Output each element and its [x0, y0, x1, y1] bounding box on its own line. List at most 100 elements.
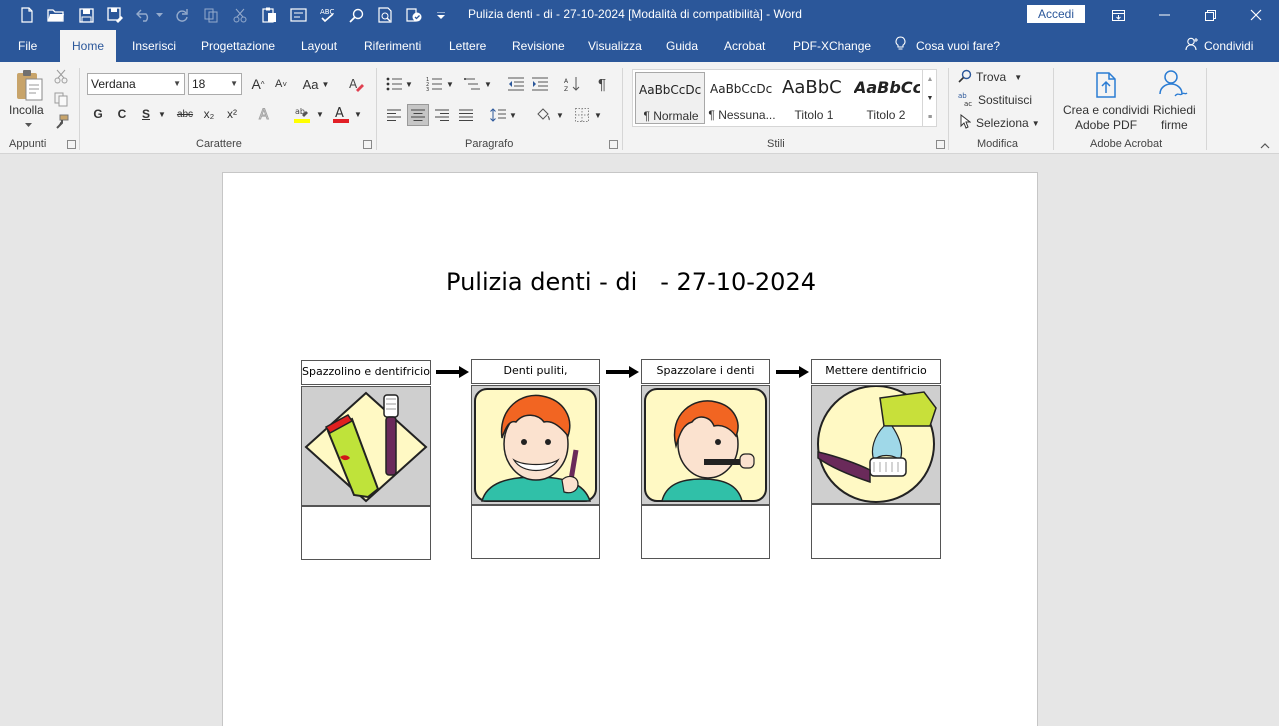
paste-button[interactable]	[13, 67, 45, 103]
restore-icon[interactable]	[1187, 0, 1233, 30]
borders-dropdown-icon[interactable]: ▼	[593, 105, 603, 125]
numbering-icon[interactable]: 123	[424, 74, 444, 94]
tab-design[interactable]: Progettazione	[201, 30, 275, 62]
change-case-button[interactable]: Aa ▼	[301, 74, 331, 94]
minimize-icon[interactable]	[1141, 0, 1187, 30]
align-center-icon[interactable]	[407, 104, 429, 126]
line-spacing-icon[interactable]	[488, 105, 508, 125]
highlight-dropdown-icon[interactable]: ▼	[315, 104, 325, 124]
style-heading-2[interactable]: AaBbCc Titolo 2	[851, 72, 921, 124]
styles-launcher-icon[interactable]	[936, 140, 945, 149]
font-color-dropdown-icon[interactable]: ▼	[353, 104, 363, 124]
tab-insert[interactable]: Inserisci	[132, 30, 176, 62]
accessibility-check-icon[interactable]	[404, 5, 424, 25]
step-1-empty-cell[interactable]	[301, 506, 431, 560]
gallery-more-icon[interactable]: ≡	[923, 109, 937, 125]
cut-icon[interactable]	[52, 67, 70, 85]
font-size-combo[interactable]: 18 ▼	[188, 73, 242, 95]
tab-home[interactable]: Home	[60, 30, 117, 62]
document-page[interactable]: Pulizia denti - di - 27-10-2024 Spazzoli…	[222, 172, 1038, 726]
tab-acrobat[interactable]: Acrobat	[724, 30, 765, 62]
customize-qat-icon[interactable]	[434, 5, 448, 25]
style-heading-1[interactable]: AaBbC Titolo 1	[779, 72, 849, 124]
spelling-check-icon[interactable]: ABC	[317, 5, 337, 25]
print-preview-icon[interactable]	[375, 5, 395, 25]
font-color-icon[interactable]: A	[330, 104, 352, 124]
style-no-spacing[interactable]: AaBbCcDc ¶ Nessuna...	[707, 72, 777, 124]
step-3-empty-cell[interactable]	[641, 505, 770, 559]
align-left-icon[interactable]	[384, 105, 404, 125]
tab-layout[interactable]: Layout	[301, 30, 337, 62]
tab-view[interactable]: Visualizza	[588, 30, 642, 62]
increase-indent-icon[interactable]	[530, 74, 550, 94]
create-share-pdf-icon[interactable]	[1092, 70, 1120, 100]
tab-mailings[interactable]: Lettere	[449, 30, 486, 62]
tab-review[interactable]: Revisione	[512, 30, 565, 62]
borders-icon[interactable]	[572, 105, 592, 125]
undo-icon[interactable]	[134, 5, 154, 25]
signin-button[interactable]: Accedi	[1027, 5, 1085, 23]
paste-dropdown-icon[interactable]	[22, 120, 34, 130]
copy-icon[interactable]	[52, 90, 70, 108]
redo-icon[interactable]	[172, 5, 192, 25]
grow-font-button[interactable]: A ^	[248, 74, 268, 94]
underline-button[interactable]: S	[137, 104, 155, 124]
document-area[interactable]: Pulizia denti - di - 27-10-2024 Spazzoli…	[0, 155, 1279, 726]
tab-references[interactable]: Riferimenti	[364, 30, 421, 62]
bullets-icon[interactable]	[384, 74, 404, 94]
find-button[interactable]: Trova ▼	[958, 67, 1022, 87]
gallery-up-icon[interactable]: ▲	[923, 71, 937, 87]
bold-button[interactable]: G	[89, 104, 107, 124]
highlight-color-icon[interactable]: ab	[290, 104, 314, 124]
paragraph-launcher-icon[interactable]	[609, 140, 618, 149]
select-button[interactable]: Seleziona ▼	[960, 113, 1040, 133]
tell-me-search[interactable]: Cosa vuoi fare?	[895, 30, 1000, 62]
undo-dropdown-icon[interactable]	[154, 5, 164, 25]
align-right-icon[interactable]	[432, 105, 452, 125]
gallery-down-icon[interactable]: ▼	[923, 90, 937, 106]
request-signatures-button[interactable]: Richiedi firme	[1153, 103, 1196, 133]
subscript-button[interactable]: x₂	[200, 104, 218, 124]
font-launcher-icon[interactable]	[363, 140, 372, 149]
multilevel-list-icon[interactable]	[462, 74, 482, 94]
text-effects-icon[interactable]: A	[254, 104, 276, 124]
tab-pdf-xchange[interactable]: PDF-XChange	[793, 30, 871, 62]
tab-file[interactable]: File	[8, 30, 47, 62]
italic-button[interactable]: C	[113, 104, 131, 124]
numbering-dropdown-icon[interactable]: ▼	[445, 74, 455, 94]
request-signatures-icon[interactable]	[1156, 68, 1192, 100]
new-document-icon[interactable]	[17, 5, 37, 25]
bullets-dropdown-icon[interactable]: ▼	[404, 74, 414, 94]
form-field-icon[interactable]	[288, 5, 308, 25]
clipboard-launcher-icon[interactable]	[67, 140, 76, 149]
create-share-pdf-button[interactable]: Crea e condividi Adobe PDF	[1063, 103, 1149, 133]
replace-button[interactable]: ab ac Sostituisci	[958, 90, 1032, 110]
step-2-empty-cell[interactable]	[471, 505, 600, 559]
strikethrough-button[interactable]: abc	[174, 104, 196, 124]
cut-icon[interactable]	[230, 5, 250, 25]
tab-help[interactable]: Guida	[666, 30, 698, 62]
shrink-font-button[interactable]: A ˅	[271, 74, 291, 94]
find-icon[interactable]	[346, 5, 366, 25]
share-button[interactable]: Condividi	[1185, 30, 1253, 62]
collapse-ribbon-icon[interactable]	[1258, 140, 1272, 152]
style-normal[interactable]: AaBbCcDc ¶ Normale	[635, 72, 705, 124]
superscript-button[interactable]: x²	[223, 104, 241, 124]
sort-icon[interactable]: AZ	[562, 74, 582, 94]
open-folder-icon[interactable]	[46, 5, 66, 25]
clear-formatting-icon[interactable]: A	[345, 74, 367, 94]
format-painter-icon[interactable]	[52, 112, 70, 130]
paste-icon[interactable]	[259, 5, 279, 25]
save-as-icon[interactable]	[105, 5, 125, 25]
underline-dropdown-icon[interactable]: ▼	[157, 104, 167, 124]
show-formatting-marks-icon[interactable]: ¶	[592, 74, 612, 94]
close-icon[interactable]	[1233, 0, 1279, 30]
font-name-combo[interactable]: Verdana ▼	[87, 73, 185, 95]
shading-icon[interactable]	[532, 105, 554, 125]
decrease-indent-icon[interactable]	[506, 74, 526, 94]
justify-icon[interactable]	[456, 105, 476, 125]
step-4-empty-cell[interactable]	[811, 504, 941, 559]
line-spacing-dropdown-icon[interactable]: ▼	[508, 105, 518, 125]
shading-dropdown-icon[interactable]: ▼	[555, 105, 565, 125]
ribbon-display-options-icon[interactable]	[1095, 0, 1141, 30]
